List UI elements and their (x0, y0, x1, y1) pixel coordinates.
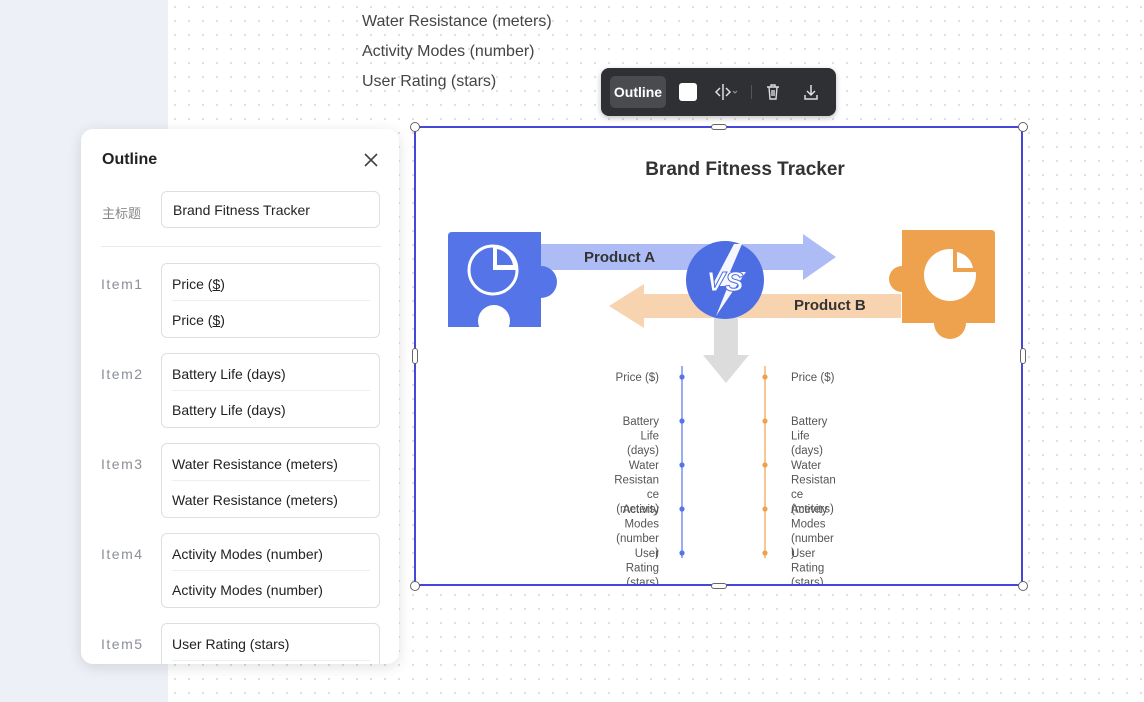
timeline-dot (679, 462, 685, 468)
background-list-item: Activity Modes (number) (362, 43, 535, 60)
resize-handle[interactable] (1018, 581, 1028, 591)
timeline-dot (679, 506, 685, 512)
background-list-item: Water Resistance (meters) (362, 13, 552, 30)
item-input-a[interactable]: Water Resistance (meters) (172, 456, 338, 472)
timeline-dot (762, 550, 768, 556)
resize-handle[interactable] (1020, 348, 1026, 364)
main-title-input[interactable]: Brand Fitness Tracker (161, 191, 380, 228)
resize-handle[interactable] (410, 581, 420, 591)
background-list-item: User Rating (stars) (362, 73, 497, 90)
product-a-item-label: Battery Life (days) (623, 416, 660, 457)
item-label: Item2 (101, 366, 144, 382)
item-input-b[interactable]: Price ($) (172, 312, 225, 328)
product-b-label: Product B (794, 297, 866, 314)
align-split-icon[interactable] (713, 82, 739, 102)
close-icon[interactable] (363, 152, 379, 168)
color-swatch-icon[interactable] (679, 83, 697, 101)
item-input-b[interactable]: Battery Life (days) (172, 402, 286, 418)
down-arrow (703, 308, 749, 383)
item-label: Item3 (101, 456, 144, 472)
timeline-dot (679, 374, 685, 380)
product-b-item-label: Battery Life (days) (791, 416, 828, 457)
timeline-dot (762, 374, 768, 380)
item-input-a[interactable]: Activity Modes (number) (172, 546, 323, 562)
item-input-a[interactable]: Price ($) (172, 276, 225, 292)
vs-badge: VS (686, 241, 764, 319)
infographic-canvas[interactable]: Brand Fitness Tracker Product A Product … (414, 126, 1023, 586)
svg-text:VS: VS (706, 266, 744, 297)
item-group: User Rating (stars) (161, 623, 380, 664)
outline-button[interactable]: Outline (610, 76, 666, 108)
outline-panel: Outline 主标题 Brand Fitness Tracker Item1 … (81, 129, 399, 664)
item-input-b[interactable]: Water Resistance (meters) (172, 492, 338, 508)
item-input-a[interactable]: User Rating (stars) (172, 636, 289, 652)
timeline-dot (762, 418, 768, 424)
product-a-arrow (536, 234, 836, 280)
item-group: Battery Life (days) Battery Life (days) (161, 353, 380, 428)
item-input-b[interactable]: Activity Modes (number) (172, 582, 323, 598)
resize-handle[interactable] (410, 122, 420, 132)
product-a-item-label: Price ($) (616, 372, 660, 384)
item-group: Price ($) Price ($) (161, 263, 380, 338)
panel-divider (101, 246, 381, 247)
item-label: Item4 (101, 546, 144, 562)
resize-handle[interactable] (1018, 122, 1028, 132)
timeline-dot (679, 418, 685, 424)
trash-icon[interactable] (763, 82, 783, 102)
product-b-item-label: Price ($) (791, 372, 835, 384)
puzzle-piece-a (448, 232, 557, 337)
puzzle-piece-b (889, 230, 995, 339)
timeline-dot (762, 506, 768, 512)
item-input-a[interactable]: Battery Life (days) (172, 366, 286, 382)
resize-handle[interactable] (711, 583, 727, 589)
timeline-dot (679, 550, 685, 556)
timeline-dot (762, 462, 768, 468)
product-b-item-label: User Rating (stars) (791, 548, 824, 584)
panel-title: Outline (102, 151, 158, 168)
download-icon[interactable] (801, 82, 821, 102)
product-a-label: Product A (584, 249, 655, 266)
main-title-label: 主标题 (102, 206, 142, 221)
resize-handle[interactable] (412, 348, 418, 364)
item-group: Activity Modes (number) Activity Modes (… (161, 533, 380, 608)
infographic-title: Brand Fitness Tracker (645, 159, 845, 180)
toolbar-divider (751, 85, 752, 99)
item-label: Item5 (101, 636, 144, 652)
item-label: Item1 (101, 276, 144, 292)
item-group: Water Resistance (meters) Water Resistan… (161, 443, 380, 518)
floating-toolbar: Outline (601, 68, 836, 116)
product-a-item-label: User Rating (stars) (626, 548, 659, 584)
resize-handle[interactable] (711, 124, 727, 130)
